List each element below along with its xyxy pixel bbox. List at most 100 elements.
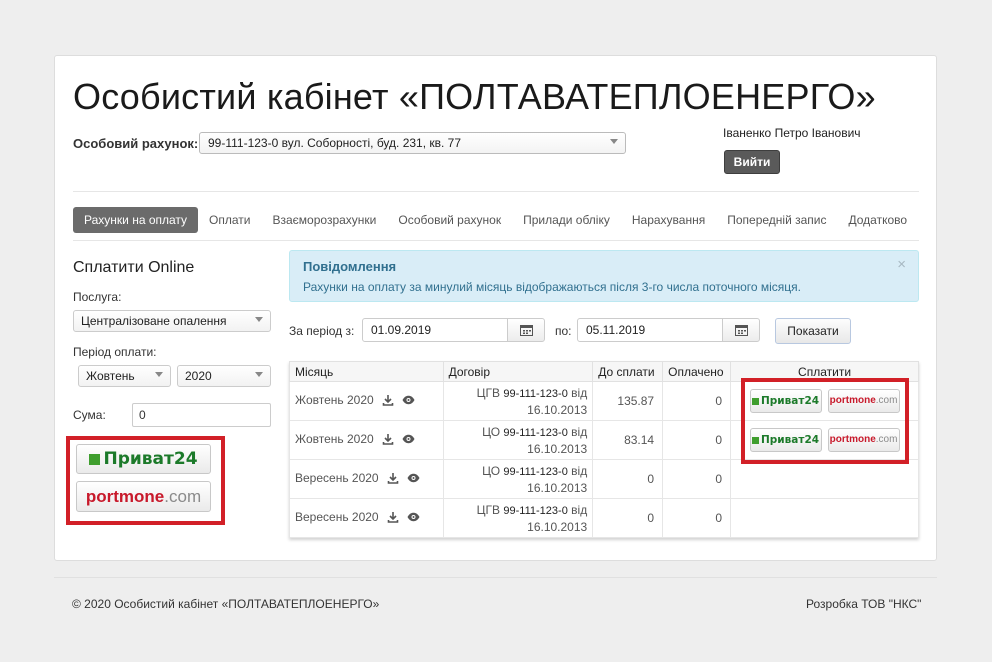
- chevron-down-icon: [610, 139, 618, 144]
- contract-date: 16.10.2013: [527, 480, 588, 495]
- contract-type: ЦГВ: [476, 502, 501, 517]
- cell-month: Вересень 2020: [289, 498, 444, 538]
- col-month: Місяць: [289, 361, 444, 382]
- tab-payments[interactable]: Оплати: [198, 207, 261, 233]
- footer-developer: Розробка ТОВ "НКС": [806, 597, 922, 611]
- tab-meters[interactable]: Прилади обліку: [512, 207, 621, 233]
- month-text: Вересень 2020: [295, 510, 379, 525]
- download-icon[interactable]: [382, 394, 394, 409]
- eye-icon[interactable]: [402, 394, 415, 408]
- cell-due: 0: [592, 498, 664, 538]
- contract-type: ЦО: [482, 463, 501, 478]
- tab-charges[interactable]: Нарахування: [621, 207, 716, 233]
- contract-from: від: [571, 463, 588, 478]
- contract-number: 99-111-123-0: [503, 504, 568, 517]
- eye-icon[interactable]: [407, 472, 420, 486]
- month-text: Жовтень 2020: [295, 393, 374, 408]
- privat24-button[interactable]: Приват24: [76, 444, 211, 474]
- close-icon[interactable]: ×: [897, 256, 906, 273]
- cell-due: 83.14: [592, 420, 664, 460]
- date-to-input[interactable]: 05.11.2019: [577, 318, 723, 342]
- sum-label: Сума:: [73, 408, 106, 422]
- contract-number: 99-111-123-0: [503, 426, 568, 439]
- eye-icon[interactable]: [407, 511, 420, 525]
- privat24-logo: Приват24: [89, 449, 198, 469]
- contract-type: ЦГВ: [476, 385, 501, 400]
- sum-input[interactable]: 0: [132, 403, 271, 427]
- period-label: Період оплати:: [73, 345, 157, 359]
- chevron-down-icon: [155, 372, 163, 377]
- month-select[interactable]: Жовтень: [78, 365, 171, 387]
- period-to-label: по:: [555, 324, 572, 338]
- account-label: Особовий рахунок:: [73, 136, 199, 151]
- contract-date: 16.10.2013: [527, 441, 588, 456]
- cell-month: Вересень 2020: [289, 459, 444, 499]
- cell-contract: ЦО 99-111-123-0 від 16.10.2013: [442, 420, 594, 460]
- cell-due: 135.87: [592, 381, 664, 421]
- contract-from: від: [571, 502, 588, 517]
- month-text: Вересень 2020: [295, 471, 379, 486]
- cell-paid: 0: [662, 420, 732, 460]
- period-from-label: За період з:: [289, 324, 355, 338]
- service-select[interactable]: Централізоване опалення: [73, 310, 271, 332]
- contract-number: 99-111-123-0: [503, 387, 568, 400]
- date-from-input[interactable]: 01.09.2019: [362, 318, 508, 342]
- cell-due: 0: [592, 459, 664, 499]
- tab-invoices[interactable]: Рахунки на оплату: [73, 207, 199, 233]
- eye-icon[interactable]: [402, 433, 415, 447]
- download-icon[interactable]: [387, 511, 399, 526]
- cell-pay: [730, 498, 919, 538]
- tab-additional[interactable]: Додатково: [837, 207, 918, 233]
- page-title: Особистий кабінет «ПОЛТАВАТЕПЛОЕНЕРГО»: [73, 76, 876, 117]
- calendar-icon: [519, 325, 533, 336]
- divider: [73, 191, 919, 192]
- cell-month: Жовтень 2020: [289, 381, 444, 421]
- chevron-down-icon: [255, 372, 263, 377]
- show-button[interactable]: Показати: [775, 318, 851, 344]
- info-alert: Повідомлення Рахунки на оплату за минули…: [289, 250, 919, 302]
- contract-type: ЦО: [482, 424, 501, 439]
- date-from-calendar-button[interactable]: [507, 318, 545, 342]
- account-select-value: 99-111-123-0 вул. Соборності, буд. 231, …: [208, 136, 462, 150]
- cell-pay: [730, 459, 919, 499]
- highlight-frame: [741, 378, 909, 464]
- cell-paid: 0: [662, 459, 732, 499]
- download-icon[interactable]: [382, 433, 394, 448]
- tab-settlements[interactable]: Взаєморозрахунки: [262, 207, 388, 233]
- month-text: Жовтень 2020: [295, 432, 374, 447]
- privat24-logo-text: Приват24: [103, 449, 198, 469]
- cell-contract: ЦГВ 99-111-123-0 від 16.10.2013: [442, 498, 594, 538]
- contract-date: 16.10.2013: [527, 402, 588, 417]
- calendar-icon: [734, 325, 748, 336]
- pay-online-title: Сплатити Online: [73, 259, 195, 276]
- table-row: Вересень 2020 ЦГВ 99-111-123-0 від 16.10.2…: [289, 498, 919, 538]
- cell-contract: ЦО 99-111-123-0 від 16.10.2013: [442, 459, 594, 499]
- portmone-logo: portmone.com: [85, 487, 202, 506]
- account-select[interactable]: 99-111-123-0 вул. Соборності, буд. 231, …: [199, 132, 626, 154]
- footer-copyright: © 2020 Особистий кабінет «ПОЛТАВАТЕПЛОЕН…: [72, 597, 380, 611]
- col-contract: Договір: [442, 361, 594, 382]
- cell-paid: 0: [662, 498, 732, 538]
- cell-contract: ЦГВ 99-111-123-0 від 16.10.2013: [442, 381, 594, 421]
- table-row: Вересень 2020 ЦО 99-111-123-0 від 16.10.20…: [289, 459, 919, 499]
- contract-from: від: [571, 424, 588, 439]
- col-paid: Оплачено: [662, 361, 732, 382]
- contract-date: 16.10.2013: [527, 519, 588, 534]
- contract-number: 99-111-123-0: [503, 465, 568, 478]
- divider: [73, 240, 919, 241]
- contract-from: від: [571, 385, 588, 400]
- portmone-button[interactable]: portmone.com: [76, 481, 211, 512]
- year-select-value: 2020: [185, 369, 212, 383]
- service-label: Послуга:: [73, 290, 122, 304]
- alert-text: Рахунки на оплату за минулий місяць відо…: [303, 280, 801, 294]
- tab-appointment[interactable]: Попередній запис: [716, 207, 837, 233]
- logout-button[interactable]: Вийти: [724, 150, 780, 174]
- year-select[interactable]: 2020: [177, 365, 271, 387]
- month-select-value: Жовтень: [86, 369, 135, 383]
- download-icon[interactable]: [387, 472, 399, 487]
- user-name: Іваненко Петро Іванович: [723, 126, 861, 140]
- cell-month: Жовтень 2020: [289, 420, 444, 460]
- date-to-calendar-button[interactable]: [722, 318, 760, 342]
- footer-divider: [54, 577, 937, 578]
- tab-personal-account[interactable]: Особовий рахунок: [387, 207, 512, 233]
